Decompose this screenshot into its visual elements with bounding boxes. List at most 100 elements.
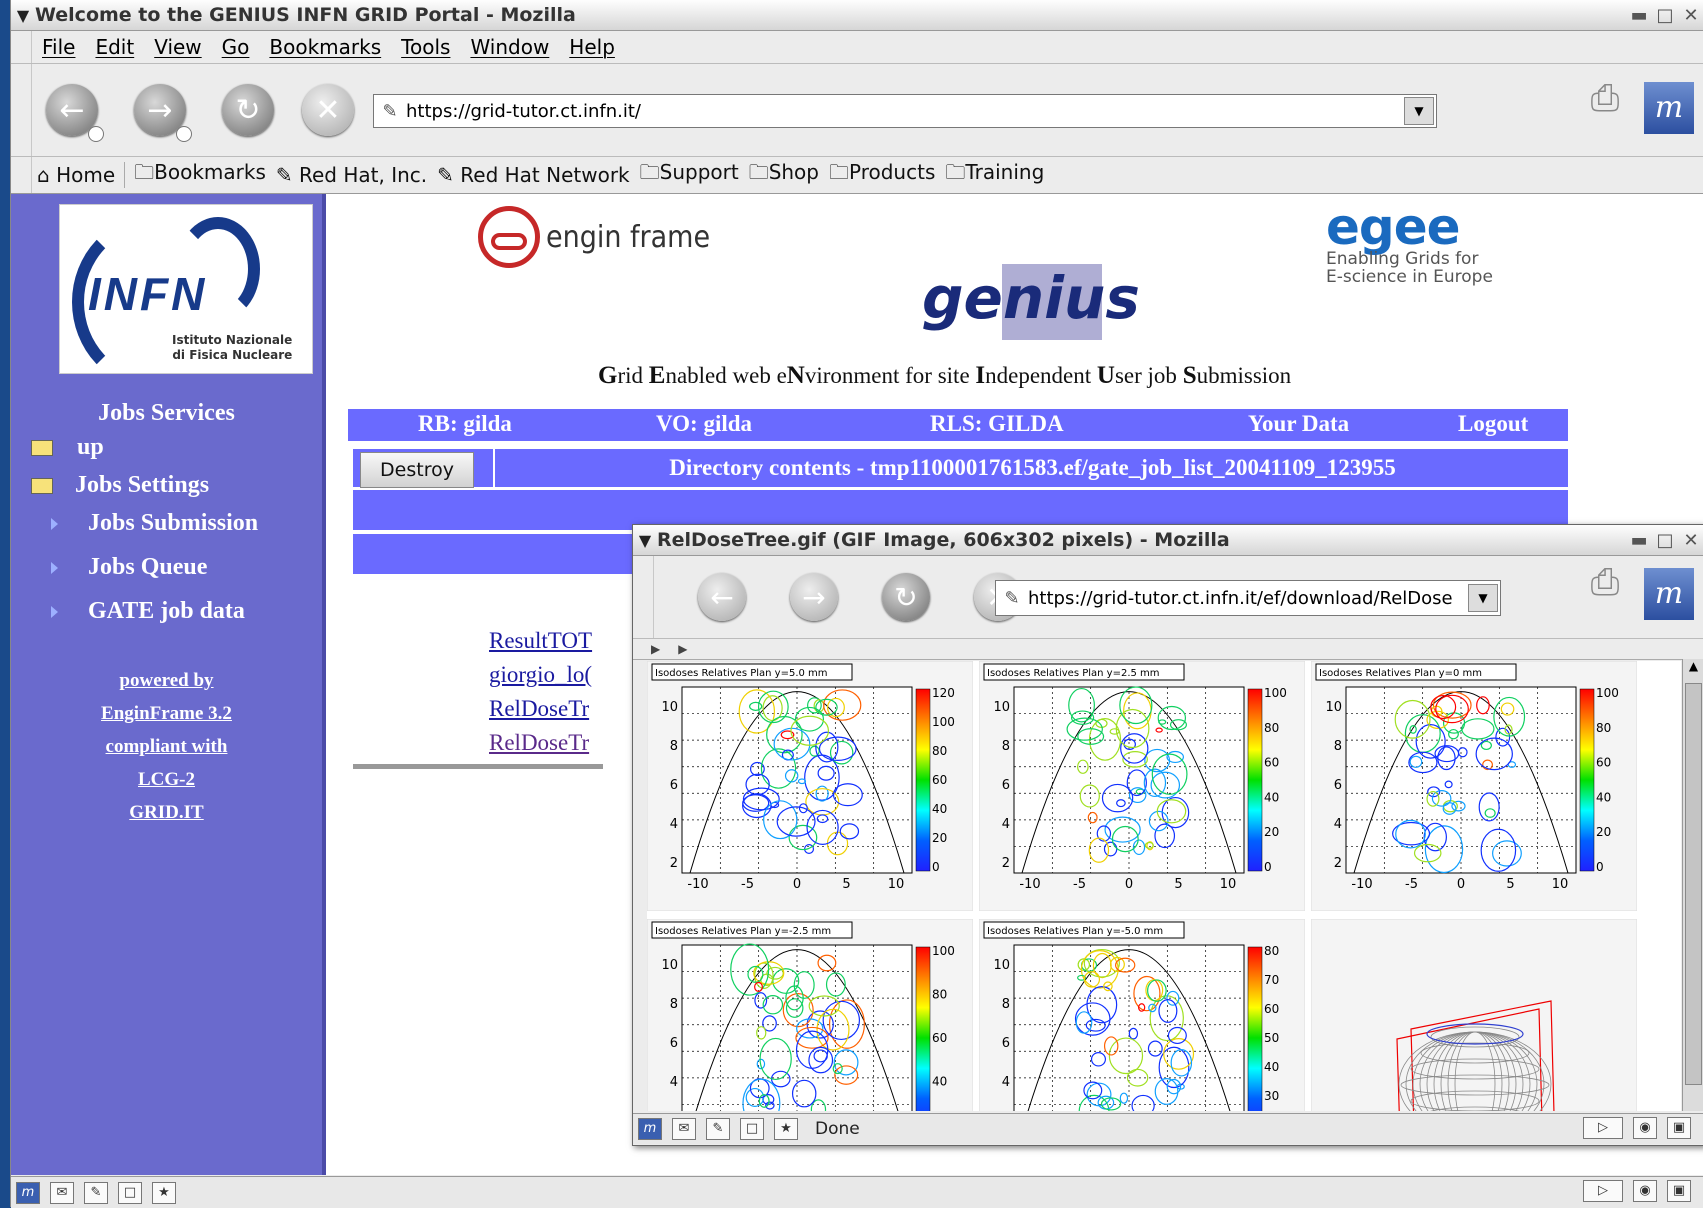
link-lcg2[interactable]: LCG-2	[11, 763, 322, 796]
popup-maximize-icon[interactable]: □	[1652, 530, 1678, 551]
status-bar: m ✉ ✎ □ ★ ▷ ◉ ▣	[11, 1176, 1703, 1208]
logout-link[interactable]: Logout	[1458, 411, 1528, 437]
addressbook-icon[interactable]: □	[740, 1118, 764, 1140]
menu-file[interactable]: File	[42, 35, 75, 59]
scroll-thumb[interactable]	[1685, 683, 1702, 1085]
navigator-icon[interactable]: m	[16, 1181, 40, 1204]
toolbar-expand-icon[interactable]: ▶	[678, 642, 687, 656]
link-enginframe[interactable]: EnginFrame 3.2	[11, 697, 322, 730]
bookmark-redhat[interactable]: ✎ Red Hat, Inc.	[276, 163, 427, 187]
menu-help[interactable]: Help	[569, 35, 615, 59]
vertical-scrollbar[interactable]: ▲	[1682, 659, 1703, 1111]
online-icon[interactable]: ▷	[1583, 1180, 1623, 1202]
bookmark-folder-training[interactable]: 🗀Training	[945, 158, 1044, 192]
print-icon[interactable]: ⎙	[1578, 562, 1632, 612]
scale-label: 50	[1264, 1031, 1279, 1045]
sidebar-item-gate-job-data[interactable]: GATE job data	[31, 598, 245, 625]
link-compliant-with[interactable]: compliant with	[11, 730, 322, 763]
bookmark-folder-support[interactable]: 🗀Support	[640, 158, 739, 192]
bookmark-redhat-network[interactable]: ✎ Red Hat Network	[437, 163, 629, 187]
scale-label: 60	[1264, 1002, 1279, 1016]
vo-label[interactable]: VO: gilda	[656, 411, 752, 437]
page-proxy-icon[interactable]: ✎	[996, 588, 1028, 609]
your-data-link[interactable]: Your Data	[1248, 411, 1349, 437]
url-history-dropdown[interactable]: ▼	[1468, 584, 1498, 612]
popup-minimize-icon[interactable]: ▬	[1626, 530, 1652, 551]
rls-label[interactable]: RLS: GILDA	[930, 411, 1064, 437]
toolbar-grip[interactable]	[633, 556, 654, 638]
scroll-up-icon[interactable]: ▲	[1683, 659, 1703, 681]
directory-bar: Destroy Directory contents - tmp11000017…	[353, 449, 1568, 488]
privacy-icon[interactable]: ◉	[1633, 1180, 1657, 1202]
toolbar-expand-icon[interactable]: ▶	[651, 642, 660, 656]
mail-icon[interactable]: ✉	[672, 1118, 696, 1140]
menu-window[interactable]: Window	[470, 35, 549, 59]
popup-reload-button[interactable]: ↻	[882, 573, 930, 621]
popup-window-menu-icon[interactable]: ▼	[633, 531, 657, 550]
maximize-icon[interactable]: □	[1652, 5, 1678, 26]
file-link-visited[interactable]: RelDoseTr	[489, 730, 589, 756]
bookmark-home[interactable]: ⌂ Home	[37, 163, 115, 187]
menu-bookmarks[interactable]: Bookmarks	[269, 35, 381, 59]
forward-button[interactable]: →	[134, 84, 192, 142]
menu-go[interactable]: Go	[222, 35, 250, 59]
forward-dropdown-icon[interactable]	[176, 126, 192, 142]
lock-icon[interactable]: ▣	[1667, 1180, 1691, 1202]
stop-button[interactable]: ✕	[302, 84, 354, 136]
composer-icon[interactable]: ✎	[706, 1118, 730, 1140]
link-powered-by[interactable]: powered by	[11, 664, 322, 697]
bookmark-folder-shop[interactable]: 🗀Shop	[749, 158, 819, 192]
window-titlebar[interactable]: ▼ Welcome to the GENIUS INFN GRID Portal…	[11, 0, 1703, 31]
popup-forward-button[interactable]: →	[790, 573, 838, 621]
popup-back-button[interactable]: ←	[698, 573, 746, 621]
chat-icon[interactable]: ★	[152, 1181, 176, 1204]
print-icon[interactable]: ⎙	[1578, 78, 1632, 128]
mozilla-throbber-icon[interactable]: m	[1644, 568, 1694, 620]
mail-icon[interactable]: ✉	[50, 1181, 74, 1204]
plot-title: Isodoses Relatives Plan y=2.5 mm	[987, 668, 1160, 679]
reload-button[interactable]: ↻	[222, 84, 274, 136]
menu-view[interactable]: View	[154, 35, 201, 59]
popup-close-icon[interactable]: ✕	[1678, 530, 1703, 551]
toolbar-grip[interactable]	[11, 157, 32, 193]
sidebar-item-jobs-settings[interactable]: Jobs Settings	[31, 472, 209, 499]
popup-url-field[interactable]: ✎ https://grid-tutor.ct.infn.it/ef/downl…	[995, 580, 1501, 616]
toolbar-grip[interactable]	[11, 31, 32, 63]
bookmark-folder-products[interactable]: 🗀Products	[829, 158, 935, 192]
addressbook-icon[interactable]: □	[118, 1181, 142, 1204]
file-link[interactable]: giorgio_lo(	[489, 662, 592, 688]
rb-label[interactable]: RB: gilda	[418, 411, 512, 437]
popup-titlebar[interactable]: ▼ RelDoseTree.gif (GIF Image, 606x302 pi…	[633, 525, 1703, 556]
composer-icon[interactable]: ✎	[84, 1181, 108, 1204]
sidebar-item-jobs-queue[interactable]: Jobs Queue	[31, 554, 207, 581]
bookmark-icon: ✎	[275, 163, 293, 187]
egee-logo: egee Enabling Grids for E-science in Euro…	[1326, 198, 1493, 286]
sidebar-item-up[interactable]: up	[31, 434, 104, 461]
back-button[interactable]: ←	[46, 84, 104, 142]
file-link[interactable]: ResultTOT	[489, 628, 592, 654]
back-dropdown-icon[interactable]	[88, 126, 104, 142]
separator	[124, 162, 126, 188]
bookmark-folder-bookmarks[interactable]: 🗀Bookmarks	[134, 158, 266, 192]
mozilla-throbber-icon[interactable]: m	[1644, 82, 1694, 134]
privacy-icon[interactable]: ◉	[1633, 1117, 1657, 1139]
sidebar-item-jobs-submission[interactable]: Jobs Submission	[31, 510, 258, 537]
link-gridit[interactable]: GRID.IT	[11, 796, 322, 829]
chat-icon[interactable]: ★	[774, 1118, 798, 1140]
window-menu-icon[interactable]: ▼	[11, 6, 35, 25]
y-tick-label: 6	[1002, 778, 1010, 793]
online-icon[interactable]: ▷	[1583, 1117, 1623, 1139]
menu-tools[interactable]: Tools	[401, 35, 450, 59]
url-history-dropdown[interactable]: ▼	[1404, 97, 1434, 125]
menu-edit[interactable]: Edit	[95, 35, 134, 59]
lock-icon[interactable]: ▣	[1667, 1117, 1691, 1139]
navigator-icon[interactable]: m	[638, 1118, 662, 1140]
toolbar-grip[interactable]	[11, 64, 32, 156]
minimize-icon[interactable]: ▬	[1626, 5, 1652, 26]
page-proxy-icon[interactable]: ✎	[374, 101, 406, 122]
close-icon[interactable]: ✕	[1678, 5, 1703, 26]
file-link[interactable]: RelDoseTr	[489, 696, 589, 722]
scale-label: 20	[932, 831, 947, 845]
url-field[interactable]: ✎ https://grid-tutor.ct.infn.it/ ▼	[373, 94, 1437, 128]
destroy-button[interactable]: Destroy	[360, 452, 474, 488]
